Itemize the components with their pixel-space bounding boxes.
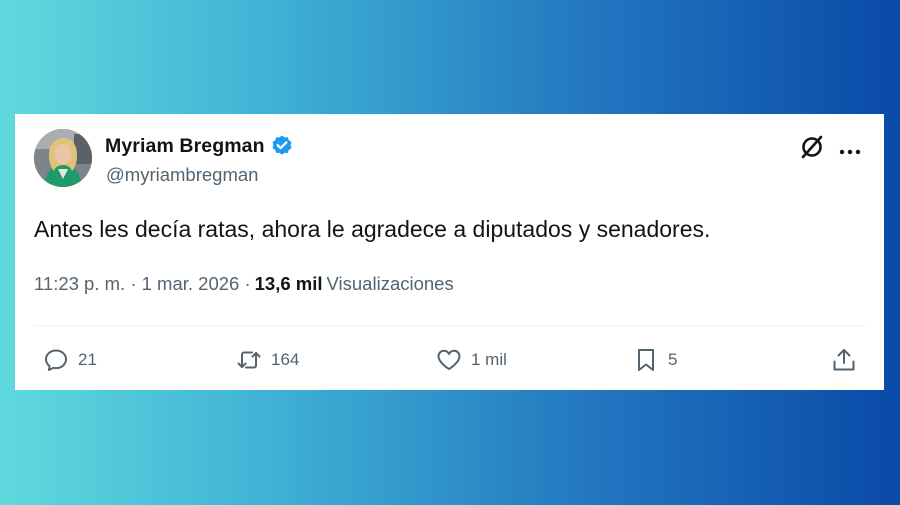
more-icon[interactable]	[838, 143, 862, 155]
divider	[34, 325, 865, 326]
bookmark-icon	[638, 349, 654, 371]
like-button[interactable]: 1 mil	[435, 346, 507, 374]
views-label: Visualizaciones	[326, 273, 454, 294]
tweet-text: Antes les decía ratas, ahora le agradece…	[34, 216, 711, 242]
retweet-icon	[237, 351, 261, 369]
share-icon	[833, 349, 855, 371]
tweet-card: Myriam Bregman @myriambregman Antes les …	[15, 114, 884, 390]
retweet-count: 164	[271, 350, 300, 369]
tweet-meta: 11:23 p. m. · 1 mar. 2026 · 13,6 mil Visua…	[34, 273, 454, 295]
retweet-button[interactable]: 164	[235, 346, 299, 374]
views-count: 13,6 mil	[254, 273, 323, 294]
reply-icon	[45, 349, 67, 371]
author-row: Myriam Bregman	[105, 134, 294, 158]
bookmark-button[interactable]: 5	[632, 346, 677, 374]
author-handle[interactable]: @myriambregman	[106, 164, 258, 186]
author-name[interactable]: Myriam Bregman	[105, 135, 265, 158]
bookmark-count: 5	[668, 350, 678, 369]
verified-badge-icon	[270, 134, 294, 158]
timestamp[interactable]: 11:23 p. m. · 1 mar. 2026 ·	[34, 273, 251, 294]
grok-icon[interactable]	[798, 133, 826, 161]
avatar[interactable]	[34, 129, 92, 187]
like-count: 1 mil	[471, 350, 507, 369]
heart-icon	[437, 349, 461, 370]
reply-count: 21	[78, 350, 97, 369]
reply-button[interactable]: 21	[42, 346, 97, 374]
share-button[interactable]	[830, 346, 858, 374]
